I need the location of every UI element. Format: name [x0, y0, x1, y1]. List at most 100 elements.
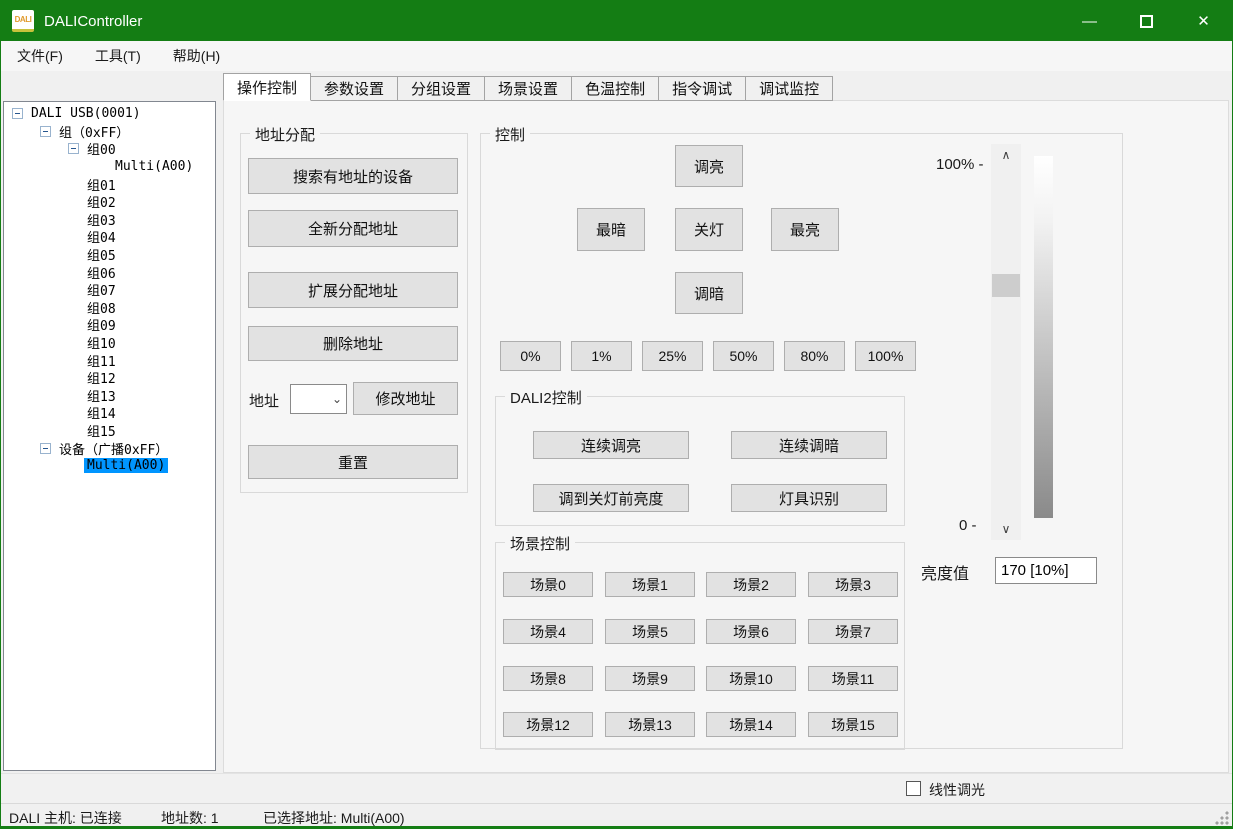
tab-1[interactable]: 操作控制	[223, 73, 311, 101]
dim-down-button[interactable]: 调暗	[675, 272, 743, 314]
tree-item[interactable]: 组07	[4, 281, 215, 299]
brightness-scrollbar[interactable]: ∧ ∨	[991, 144, 1021, 540]
address-combobox[interactable]: ⌄	[290, 384, 347, 414]
scene-button[interactable]: 场景14	[706, 712, 796, 737]
scene-button[interactable]: 场景15	[808, 712, 898, 737]
scrollbar-thumb[interactable]	[992, 274, 1020, 297]
tree-item[interactable]: 组06	[4, 263, 215, 281]
tree-item-label: 组03	[84, 210, 119, 229]
dim-max-button[interactable]: 最亮	[771, 208, 839, 251]
scene-button[interactable]: 场景12	[503, 712, 593, 737]
close-button[interactable]: ✕	[1175, 1, 1232, 41]
scene-button[interactable]: 场景2	[706, 572, 796, 597]
scene-button[interactable]: 场景10	[706, 666, 796, 691]
reset-button[interactable]: 重置	[248, 445, 458, 479]
device-tree: DALI USB(0001)组（0xFF）组00Multi(A00)组01组02…	[3, 101, 216, 771]
tree-item[interactable]: 组（0xFF）	[4, 123, 215, 141]
tree-item[interactable]: 组15	[4, 422, 215, 440]
address-assignment-group: 地址分配 搜索有地址的设备 全新分配地址 扩展分配地址 删除地址 地址 ⌄ 修改…	[240, 133, 468, 493]
tree-item[interactable]: 组14	[4, 404, 215, 422]
extend-assign-address-button[interactable]: 扩展分配地址	[248, 272, 458, 308]
tab-bar: 操作控制参数设置分组设置场景设置色温控制指令调试调试监控	[223, 73, 832, 101]
scroll-up-icon[interactable]: ∧	[991, 144, 1021, 166]
tree-item[interactable]: Multi(A00)	[4, 158, 215, 176]
assign-new-address-button[interactable]: 全新分配地址	[248, 210, 458, 247]
scene-button[interactable]: 场景6	[706, 619, 796, 644]
menu-item[interactable]: 帮助(H)	[157, 42, 236, 70]
scene-button[interactable]: 场景13	[605, 712, 695, 737]
scene-button[interactable]: 场景7	[808, 619, 898, 644]
tree-item-label: DALI USB(0001)	[28, 106, 144, 121]
dali2-button[interactable]: 灯具识别	[731, 484, 887, 512]
scene-button[interactable]: 场景1	[605, 572, 695, 597]
percent-button[interactable]: 0%	[500, 341, 561, 371]
dali2-control-group: DALI2控制 连续调亮连续调暗调到关灯前亮度灯具识别	[495, 396, 905, 526]
tab-3[interactable]: 分组设置	[397, 76, 485, 101]
menu-item[interactable]: 文件(F)	[1, 42, 79, 70]
address-label: 地址	[249, 390, 279, 411]
tree-item-label: Multi(A00)	[84, 458, 168, 473]
maximize-button[interactable]	[1118, 1, 1175, 41]
dali2-button[interactable]: 连续调亮	[533, 431, 689, 459]
dim-up-button[interactable]: 调亮	[675, 145, 743, 187]
tree-item[interactable]: 组01	[4, 175, 215, 193]
brightness-value-field[interactable]	[995, 557, 1097, 584]
address-group-title: 地址分配	[250, 124, 320, 145]
tab-4[interactable]: 场景设置	[484, 76, 572, 101]
app-window: DALI DALIController — ✕ 文件(F)工具(T)帮助(H) …	[0, 0, 1233, 829]
tab-7[interactable]: 调试监控	[745, 76, 833, 101]
search-addressed-devices-button[interactable]: 搜索有地址的设备	[248, 158, 458, 194]
tree-item[interactable]: 组00	[4, 140, 215, 158]
scene-button[interactable]: 场景4	[503, 619, 593, 644]
scene-button[interactable]: 场景8	[503, 666, 593, 691]
footer-strip: 线性调光	[1, 773, 1232, 803]
tree-expand-toggle-icon[interactable]	[12, 108, 23, 119]
tree-item[interactable]: 组10	[4, 334, 215, 352]
tree-item-label: Multi(A00)	[112, 159, 196, 174]
tree-item[interactable]: 组04	[4, 228, 215, 246]
tab-2[interactable]: 参数设置	[310, 76, 398, 101]
tree-item[interactable]: 组02	[4, 193, 215, 211]
scene-button[interactable]: 场景0	[503, 572, 593, 597]
linear-dimming-checkbox[interactable]	[906, 781, 921, 796]
percent-button[interactable]: 25%	[642, 341, 703, 371]
tab-6[interactable]: 指令调试	[658, 76, 746, 101]
tree-expand-toggle-icon[interactable]	[68, 143, 79, 154]
tree-expand-toggle-icon[interactable]	[40, 443, 51, 454]
delete-address-button[interactable]: 删除地址	[248, 326, 458, 361]
status-host-connection: DALI 主机: 已连接	[9, 808, 122, 828]
lamp-off-button[interactable]: 关灯	[675, 208, 743, 251]
tree-item[interactable]: 组09	[4, 316, 215, 334]
tree-item[interactable]: 组08	[4, 299, 215, 317]
resize-grip[interactable]	[1215, 811, 1229, 825]
tree-item[interactable]: Multi(A00)	[4, 457, 215, 475]
tree-item[interactable]: 组13	[4, 387, 215, 405]
dali2-button[interactable]: 调到关灯前亮度	[533, 484, 689, 512]
tree-item[interactable]: DALI USB(0001)	[4, 105, 215, 123]
minimize-button[interactable]: —	[1061, 1, 1118, 41]
scene-button[interactable]: 场景9	[605, 666, 695, 691]
modify-address-button[interactable]: 修改地址	[353, 382, 458, 415]
tree-item-label: 组04	[84, 227, 119, 246]
percent-button[interactable]: 50%	[713, 341, 774, 371]
tab-5[interactable]: 色温控制	[571, 76, 659, 101]
percent-button[interactable]: 1%	[571, 341, 632, 371]
scroll-down-icon[interactable]: ∨	[991, 518, 1021, 540]
scene-button[interactable]: 场景3	[808, 572, 898, 597]
scene-button[interactable]: 场景11	[808, 666, 898, 691]
percent-button[interactable]: 100%	[855, 341, 916, 371]
tab-page-operation-control: 地址分配 搜索有地址的设备 全新分配地址 扩展分配地址 删除地址 地址 ⌄ 修改…	[223, 100, 1229, 773]
tree-item[interactable]: 组11	[4, 351, 215, 369]
tree-item-label: 组12	[84, 368, 119, 387]
tree-item[interactable]: 设备（广播0xFF）	[4, 439, 215, 457]
scene-button[interactable]: 场景5	[605, 619, 695, 644]
tree-item[interactable]: 组03	[4, 211, 215, 229]
menu-item[interactable]: 工具(T)	[79, 42, 157, 70]
brightness-max-label: 100% -	[936, 156, 984, 173]
tree-item[interactable]: 组05	[4, 246, 215, 264]
dim-min-button[interactable]: 最暗	[577, 208, 645, 251]
dali2-button[interactable]: 连续调暗	[731, 431, 887, 459]
tree-item[interactable]: 组12	[4, 369, 215, 387]
percent-button[interactable]: 80%	[784, 341, 845, 371]
tree-expand-toggle-icon[interactable]	[40, 126, 51, 137]
